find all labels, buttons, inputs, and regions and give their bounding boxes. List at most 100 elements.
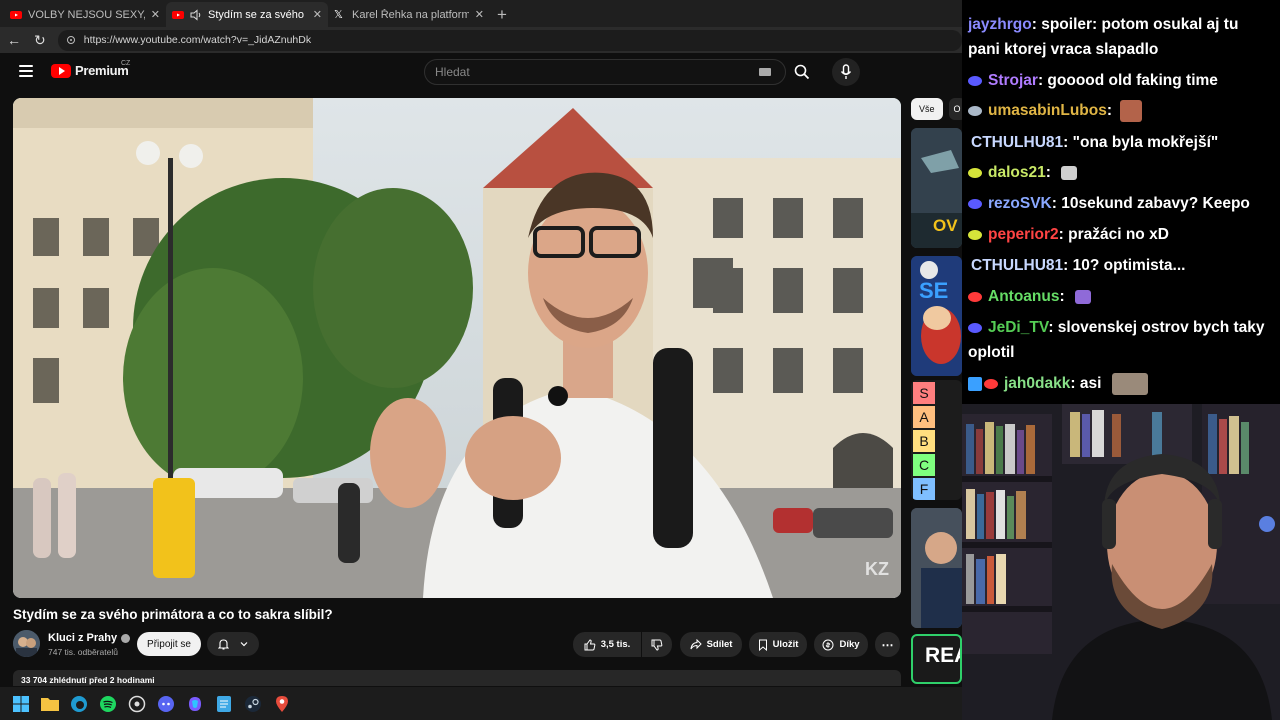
chat-text: : xyxy=(1059,288,1065,305)
dislike-button[interactable] xyxy=(642,632,672,657)
tier-s: S xyxy=(913,382,935,404)
webcam-image xyxy=(962,404,1280,720)
copilot-icon[interactable] xyxy=(186,695,204,713)
more-icon: ⋯ xyxy=(881,637,894,652)
chat-message: jayzhrgo: spoiler: potom osukal aj tu pa… xyxy=(968,12,1274,62)
url-field[interactable]: https://www.youtube.com/watch?v=_JidAZnu… xyxy=(57,29,962,51)
chat-message: Antoanus: xyxy=(968,284,1274,309)
windows-taskbar xyxy=(0,687,962,720)
recommended-thumbnail[interactable]: REA xyxy=(911,634,962,684)
url-text: https://www.youtube.com/watch?v=_JidAZnu… xyxy=(83,34,312,46)
notification-button[interactable] xyxy=(207,632,259,656)
tier-a: A xyxy=(913,406,935,428)
bell-icon xyxy=(218,639,230,650)
chat-message: jah0dakk: asi xyxy=(968,371,1274,396)
thanks-icon xyxy=(822,639,834,650)
emote-icon xyxy=(1120,99,1143,122)
thumbnail-text: OV xyxy=(933,216,958,235)
tier-b: B xyxy=(913,430,935,452)
recommended-thumbnail[interactable]: SE xyxy=(911,256,962,376)
search-input[interactable]: Hledat xyxy=(424,59,786,85)
chat-username: dalos21 xyxy=(988,164,1046,181)
sub-badge-icon xyxy=(968,229,982,240)
youtube-logo[interactable]: Premium CZ xyxy=(51,60,130,78)
notepad-icon[interactable] xyxy=(215,695,233,713)
file-explorer-icon[interactable] xyxy=(41,695,59,713)
share-button[interactable]: Sdílet xyxy=(680,632,742,657)
chevron-down-icon xyxy=(240,642,248,647)
close-icon[interactable]: ✕ xyxy=(475,8,484,21)
recommended-thumbnail[interactable] xyxy=(911,508,962,628)
description-box[interactable]: 33 704 zhlédnutí před 2 hodinami xyxy=(13,670,901,686)
voice-search-button[interactable] xyxy=(832,58,860,86)
youtube-play-icon xyxy=(51,63,71,78)
search-icon xyxy=(794,64,810,80)
chat-text: : 10? optimista... xyxy=(1063,257,1186,274)
search-button[interactable] xyxy=(786,59,818,85)
chat-text: : gooood old faking time xyxy=(1037,72,1218,89)
share-label: Sdílet xyxy=(706,639,733,650)
chat-username: rezoSVK xyxy=(988,195,1052,212)
speaker-icon[interactable] xyxy=(190,8,202,21)
address-bar: ← ↻ https://www.youtube.com/watch?v=_Jid… xyxy=(0,27,962,53)
sub-badge-icon xyxy=(968,167,982,178)
thumbnail-image xyxy=(911,508,962,628)
like-button[interactable]: 3,5 tis. xyxy=(573,632,641,657)
spotify-icon[interactable] xyxy=(99,695,117,713)
thumbnail-text: SE xyxy=(919,278,949,303)
video-watermark: KZ xyxy=(865,559,889,579)
discord-icon[interactable] xyxy=(157,695,175,713)
chat-username: umasabinLubos xyxy=(988,102,1107,119)
keyboard-icon[interactable] xyxy=(759,68,771,76)
prime-badge-icon xyxy=(968,376,982,391)
chat-message: CTHULHU81: 10? optimista... xyxy=(971,253,1277,278)
recommended-thumbnail[interactable]: OV xyxy=(911,128,962,248)
close-icon[interactable]: ✕ xyxy=(151,8,160,21)
youtube-favicon-icon xyxy=(172,10,184,19)
back-arrow-icon[interactable]: ← xyxy=(6,32,22,48)
tier-list-thumbnail[interactable]: S A B C F xyxy=(911,380,962,500)
thumbs-down-icon xyxy=(651,639,663,651)
subscriber-count: 747 tis. odběratelů xyxy=(48,647,118,657)
tab-stydim[interactable]: Stydím se za svého primátora ✕ xyxy=(166,2,328,27)
share-icon xyxy=(690,639,702,650)
steam-icon[interactable] xyxy=(244,695,262,713)
video-frame xyxy=(13,98,901,598)
sub-badge-icon xyxy=(968,105,982,116)
maps-icon[interactable] xyxy=(273,695,291,713)
browser-tabbar: VOLBY NEJSOU SEXY, Z NICH NE ✕ Stydím se… xyxy=(0,0,962,27)
chat-username: JeDi_TV xyxy=(988,319,1049,336)
chat-username: Strojar xyxy=(988,72,1038,89)
tab-title: VOLBY NEJSOU SEXY, Z NICH NE xyxy=(28,8,145,21)
new-tab-button[interactable]: + xyxy=(490,3,514,27)
windows-start-icon[interactable] xyxy=(12,695,30,713)
video-player[interactable]: KZ xyxy=(13,98,901,598)
tab-title: Karel Řehka na platformě X: „Po v xyxy=(352,8,469,21)
search-placeholder: Hledat xyxy=(435,65,470,79)
edge-icon[interactable] xyxy=(70,695,88,713)
reload-icon[interactable]: ↻ xyxy=(32,32,48,48)
youtube-header: Premium CZ Hledat xyxy=(0,53,962,93)
chip-all[interactable]: Vše xyxy=(911,98,943,120)
tab-volby[interactable]: VOLBY NEJSOU SEXY, Z NICH NE ✕ xyxy=(4,2,166,27)
obs-icon[interactable] xyxy=(128,695,146,713)
thanks-button[interactable]: Díky xyxy=(814,632,868,657)
menu-icon[interactable] xyxy=(19,65,33,77)
chat-username: jah0dakk xyxy=(1004,375,1071,392)
chat-text: : "ona byla mokřejší" xyxy=(1063,134,1219,151)
channel-avatar[interactable] xyxy=(13,630,40,657)
avatar-image xyxy=(13,630,40,657)
tier-f: F xyxy=(913,478,935,500)
thumbnail-text: REA xyxy=(925,644,960,667)
save-label: Uložit xyxy=(772,639,799,650)
sub-badge-icon xyxy=(968,291,982,302)
more-actions-button[interactable]: ⋯ xyxy=(875,632,900,657)
chat-text: : pražáci no xD xyxy=(1058,226,1169,243)
save-button[interactable]: Uložit xyxy=(749,632,807,657)
tab-rehka[interactable]: 𝕏 Karel Řehka na platformě X: „Po v ✕ xyxy=(328,2,490,27)
close-icon[interactable]: ✕ xyxy=(313,8,322,21)
chat-message: dalos21: xyxy=(968,160,1274,185)
join-button[interactable]: Připojit se xyxy=(137,632,201,656)
channel-name[interactable]: Kluci z Prahy xyxy=(48,632,131,644)
site-info-icon[interactable] xyxy=(66,35,76,45)
